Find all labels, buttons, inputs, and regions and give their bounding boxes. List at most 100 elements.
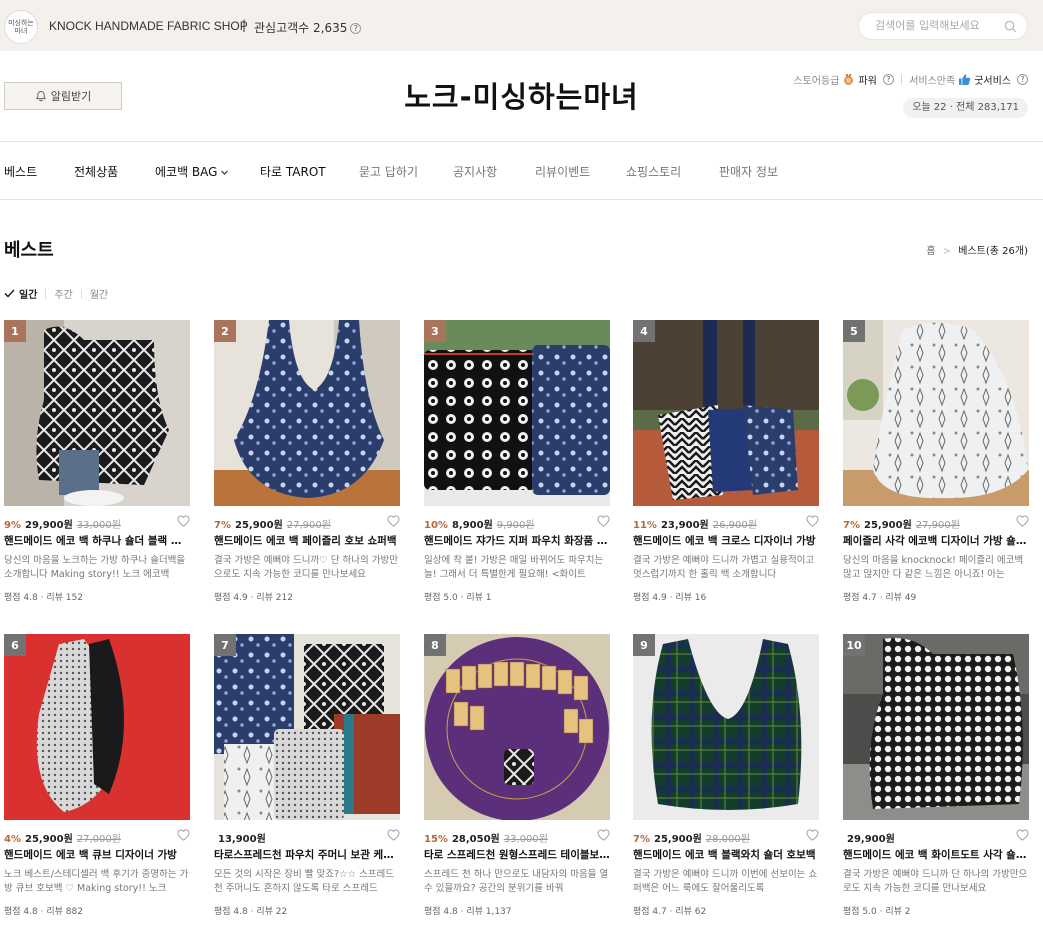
product-image[interactable]: 6 xyxy=(4,634,190,820)
top-separator: | xyxy=(242,18,247,32)
product-description: 결국 가방은 예뻐야 드니까♡ 단 하나의 가방만으로도 지속 가능한 코디를 … xyxy=(214,555,398,580)
product-name[interactable]: 핸드메이드 에코 백 블랙와치 숄더 호보백 xyxy=(633,847,819,862)
product-card[interactable]: 4 11% 23,900원 26,900원핸드메이드 에코 백 크로스 디자이너 가방… xyxy=(633,320,819,603)
shop-name[interactable]: KNOCK HANDMADE FABRIC SHOP xyxy=(49,19,248,33)
breadcrumb-home[interactable]: 홈 xyxy=(926,246,935,257)
product-name[interactable]: 페이즐리 사각 에코백 디자이너 가방 숄더백 xyxy=(843,533,1029,548)
product-name[interactable]: 핸드메이드 에코 백 화이트도트 사각 숄더백 xyxy=(843,847,1029,862)
product-image[interactable]: 1 xyxy=(4,320,190,506)
period-daily[interactable]: 일간 xyxy=(19,286,37,301)
grade-divider: | xyxy=(899,74,904,85)
service-help-icon[interactable]: ? xyxy=(1017,74,1028,85)
sale-price: 13,900원 xyxy=(218,834,266,845)
price-line: 10% 8,900원 9,900원 xyxy=(424,515,610,531)
product-name[interactable]: 핸드메이드 쟈가드 지퍼 파우치 화장품 파우치 xyxy=(424,533,610,548)
price-line: 11% 23,900원 26,900원 xyxy=(633,515,819,531)
fan-count-label: 관심고객수 2,635 xyxy=(254,21,348,35)
original-price: 27,000원 xyxy=(76,834,121,845)
nav-shopping-story[interactable]: 쇼핑스토리 xyxy=(626,163,681,180)
product-description: 모든 것의 시작은 장비 빨 맞죠?☆☆ 스프레드 천 주머니도 흔하지 않도록… xyxy=(214,869,395,894)
search-input[interactable] xyxy=(875,19,999,32)
product-description: 결국 가방은 예뻐야 드니까 가볍고 실용적이고 멋스럽기까지 한 홀릭 백 소… xyxy=(633,555,815,580)
product-image[interactable]: 7 xyxy=(214,634,400,820)
search-icon[interactable] xyxy=(1004,20,1017,33)
product-card[interactable]: 5 7% 25,900원 27,900원 페이즐리 사각 에코백 디자이너 가방 숄더백… xyxy=(843,320,1029,603)
product-name[interactable]: 핸드메이드 에코 백 크로스 디자이너 가방 xyxy=(633,533,819,548)
period-filter: 일간 주간 월간 xyxy=(4,286,108,301)
product-rating: 평점 4.8 · 리뷰 22 xyxy=(214,907,288,917)
nav-seller-info[interactable]: 판매자 정보 xyxy=(719,163,778,180)
breadcrumb-separator: > xyxy=(942,246,952,257)
heart-icon[interactable] xyxy=(387,515,400,527)
period-weekly[interactable]: 주간 xyxy=(54,286,72,301)
nav-best[interactable]: 베스트 xyxy=(4,163,37,180)
heart-icon[interactable] xyxy=(1016,829,1029,841)
product-name[interactable]: 핸드메이드 에코 백 하쿠나 숄더 블랙 화이트 가방 xyxy=(4,533,190,548)
product-rating: 평점 5.0 · 리뷰 1 xyxy=(424,593,492,603)
product-description: 일상에 착 붙! 가방은 매일 바뀌어도 파우치는 늘! 그래서 더 특별한게 … xyxy=(424,555,604,580)
product-image[interactable]: 3 xyxy=(424,320,610,506)
sale-price: 28,050원 xyxy=(451,834,500,845)
heart-icon[interactable] xyxy=(177,829,190,841)
product-description: 당신의 마음을 노크하는 가방 하쿠나 숄더백을 소개합니다 Making st… xyxy=(4,555,186,580)
product-rating: 평점 5.0 · 리뷰 2 xyxy=(843,907,911,917)
product-image[interactable]: 8 xyxy=(424,634,610,820)
nav-all-products[interactable]: 전체상품 xyxy=(74,163,118,180)
heart-icon[interactable] xyxy=(597,829,610,841)
product-image[interactable]: 5 xyxy=(843,320,1029,506)
sale-price: 29,900원 xyxy=(847,834,895,845)
period-monthly[interactable]: 월간 xyxy=(90,286,108,301)
product-name[interactable]: 핸드메이드 에코 백 큐브 디자이너 가방 xyxy=(4,847,190,862)
sale-price: 23,900원 xyxy=(660,520,709,531)
breadcrumb: 홈 > 베스트(총 26개) xyxy=(926,242,1028,257)
discount-rate: 4% xyxy=(4,834,21,845)
period-divider xyxy=(45,288,47,299)
heart-icon[interactable] xyxy=(177,515,190,527)
product-name[interactable]: 타로스프레드천 파우치 주머니 보관 케이스 xyxy=(214,847,400,862)
product-card[interactable]: 3 10% 8,900원 9,900원핸드메이드 쟈가드 지퍼 파우치 화장품 파우치… xyxy=(424,320,610,603)
heart-icon[interactable] xyxy=(1016,515,1029,527)
discount-rate: 10% xyxy=(424,520,448,531)
product-card[interactable]: 6 4% 25,900원 27,000원 핸드메이드 에코 백 큐브 디자이너 가방 노크… xyxy=(4,634,190,917)
period-divider xyxy=(80,288,82,299)
product-image[interactable]: 4 xyxy=(633,320,819,506)
product-name[interactable]: 타로 스프레드천 원형스프레드 테이블보 러그 xyxy=(424,847,610,862)
heart-icon[interactable] xyxy=(806,515,819,527)
help-icon[interactable]: ? xyxy=(350,23,362,34)
service-label: 서비스만족 xyxy=(909,76,956,87)
shop-logo[interactable]: 미싱하는마녀 xyxy=(4,10,38,44)
product-card[interactable]: 9 7% 25,900원 28,000원 핸드메이드 에코 백 블랙와치 숄더 호보백 결… xyxy=(633,634,819,917)
nav-ecobag[interactable]: 에코백 BAG xyxy=(155,163,229,180)
product-image[interactable]: 2 xyxy=(214,320,400,506)
product-card[interactable]: 7 13,900원타로스프레드천 파우치 주머니 보관 케이스모든 것의 시작은 … xyxy=(214,634,400,917)
nav-tarot[interactable]: 타로 TAROT xyxy=(260,163,326,180)
nav-review-event[interactable]: 리뷰이벤트 xyxy=(535,163,590,180)
heart-icon[interactable] xyxy=(806,829,819,841)
product-rating: 평점 4.7 · 리뷰 62 xyxy=(633,907,707,917)
heart-icon[interactable] xyxy=(597,515,610,527)
product-image[interactable]: 10 xyxy=(843,634,1029,820)
product-card[interactable]: 10 29,900원 핸드메이드 에코 백 화이트도트 사각 숄더백 결국 가방은 예… xyxy=(843,634,1029,917)
heart-icon[interactable] xyxy=(387,829,400,841)
price-line: 7% 25,900원 27,900원 xyxy=(214,515,400,531)
top-bar: 미싱하는마녀 KNOCK HANDMADE FABRIC SHOP | 관심고객… xyxy=(0,0,1043,51)
product-description: 스프레드 천 하나 만으로도 내담자의 마음을 열수 있을까요? 공간의 분위기… xyxy=(424,869,609,894)
product-card[interactable]: 8 15% 28,050원 33,000원 타로 스프레드천 원형스프레드 테이블보 러… xyxy=(424,634,610,917)
grade-help-icon[interactable]: ? xyxy=(882,74,894,85)
product-card[interactable]: 2 7% 25,900원 27,900원핸드메이드 에코 백 페이즐리 호보 쇼퍼백결… xyxy=(214,320,400,603)
product-image[interactable]: 9 xyxy=(633,634,819,820)
visitor-count: 오늘 22 · 전체 283,171 xyxy=(903,98,1028,118)
product-rating: 평점 4.8 · 리뷰 152 xyxy=(4,593,83,603)
nav-qna[interactable]: 묻고 답하기 xyxy=(359,163,418,180)
nav-notice[interactable]: 공지사항 xyxy=(453,163,497,180)
rank-badge: 9 xyxy=(633,634,655,656)
search-box[interactable] xyxy=(858,12,1028,40)
breadcrumb-current: 베스트(총 26개) xyxy=(958,246,1028,257)
discount-rate: 7% xyxy=(214,520,231,531)
thumbs-up-icon xyxy=(959,74,971,85)
chevron-down-icon xyxy=(221,170,229,175)
product-name[interactable]: 핸드메이드 에코 백 페이즐리 호보 쇼퍼백 xyxy=(214,533,400,548)
price-line: 13,900원 xyxy=(214,829,400,845)
product-card[interactable]: 1 9% 29,900원 33,000원 핸드메이드 에코 백 하쿠나 숄더 블랙 화이… xyxy=(4,320,190,603)
sale-price: 25,900원 xyxy=(234,520,283,531)
